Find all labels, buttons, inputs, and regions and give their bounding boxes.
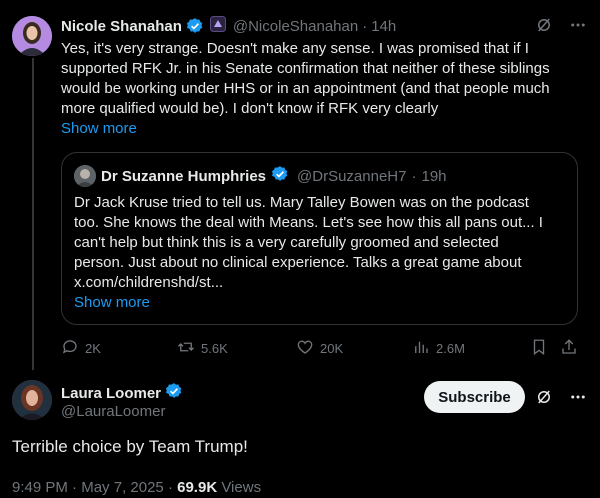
avatar[interactable]: [12, 380, 52, 420]
verified-badge-icon: [165, 382, 183, 404]
reply-count: 2K: [85, 340, 101, 356]
show-more-link[interactable]: Show more: [61, 120, 137, 137]
tweet-header: Nicole Shanahan @NicoleShanahan · 14h: [61, 16, 396, 36]
tweet-top-actions: [535, 16, 587, 34]
subscribe-button[interactable]: Subscribe: [424, 381, 525, 413]
separator: ·: [362, 17, 368, 35]
views-count: 69.9K: [177, 479, 218, 496]
tweet-time[interactable]: 9:49 PM: [12, 479, 68, 496]
repost-button[interactable]: 5.6K: [177, 338, 228, 358]
quote-author-name: Dr Suzanne Humphries: [101, 167, 267, 185]
thread-connector-line: [32, 58, 34, 370]
grok-icon[interactable]: [535, 388, 553, 411]
reply-button[interactable]: 2K: [61, 338, 101, 358]
author-handle[interactable]: @LauraLoomer: [61, 403, 165, 420]
avatar: [74, 165, 96, 187]
separator: ·: [72, 479, 78, 496]
tweet-text: Terrible choice by Team Trump!: [12, 437, 248, 456]
reply-icon: [61, 338, 79, 359]
grok-icon[interactable]: [535, 16, 553, 34]
views-button[interactable]: 2.6M: [412, 338, 465, 358]
verified-badge-icon: [271, 165, 289, 187]
tweet-top-actions: [535, 388, 587, 411]
quote-author-handle: @DrSuzanneH7: [297, 167, 407, 185]
more-icon[interactable]: [569, 388, 587, 411]
quote-timestamp: 19h: [421, 167, 447, 185]
views-label: Views: [221, 479, 262, 496]
bookmark-icon: [530, 338, 548, 359]
tweet-action-bar: 2K 5.6K 20K 2.6M: [61, 338, 581, 358]
tweet-meta: 9:49 PM · May 7, 2025 · 69.9K Views: [12, 479, 261, 496]
author-name[interactable]: Laura Loomer: [61, 385, 161, 402]
bookmark-button[interactable]: [530, 338, 548, 358]
quoted-tweet-card[interactable]: Dr Suzanne Humphries @DrSuzanneH7 · 19h …: [61, 152, 578, 325]
affiliate-badge-icon: [209, 16, 226, 36]
author-name[interactable]: Nicole Shanahan: [61, 18, 182, 35]
share-icon: [560, 338, 578, 359]
like-button[interactable]: 20K: [296, 338, 343, 358]
share-button[interactable]: [560, 338, 578, 358]
views-icon: [412, 338, 430, 359]
author-name-row: Laura Loomer: [61, 382, 183, 404]
like-icon: [296, 338, 314, 359]
more-icon[interactable]: [569, 16, 587, 34]
repost-count: 5.6K: [201, 340, 228, 356]
quote-show-more-link[interactable]: Show more: [74, 294, 150, 311]
verified-badge-icon: [186, 17, 204, 35]
timestamp[interactable]: 14h: [371, 18, 396, 35]
tweet-date[interactable]: May 7, 2025: [81, 479, 164, 496]
separator: ·: [167, 479, 173, 496]
quote-text: Dr Jack Kruse tried to tell us. Mary Tal…: [74, 194, 543, 291]
author-handle[interactable]: @NicoleShanahan: [233, 18, 358, 35]
repost-icon: [177, 338, 195, 359]
avatar[interactable]: [12, 16, 52, 56]
like-count: 20K: [320, 340, 344, 356]
separator: ·: [411, 167, 417, 185]
quote-header: Dr Suzanne Humphries @DrSuzanneH7 · 19h: [74, 165, 447, 187]
tweet-text: Yes, it's very strange. Doesn't make any…: [61, 40, 550, 117]
views-count: 2.6M: [436, 340, 465, 356]
